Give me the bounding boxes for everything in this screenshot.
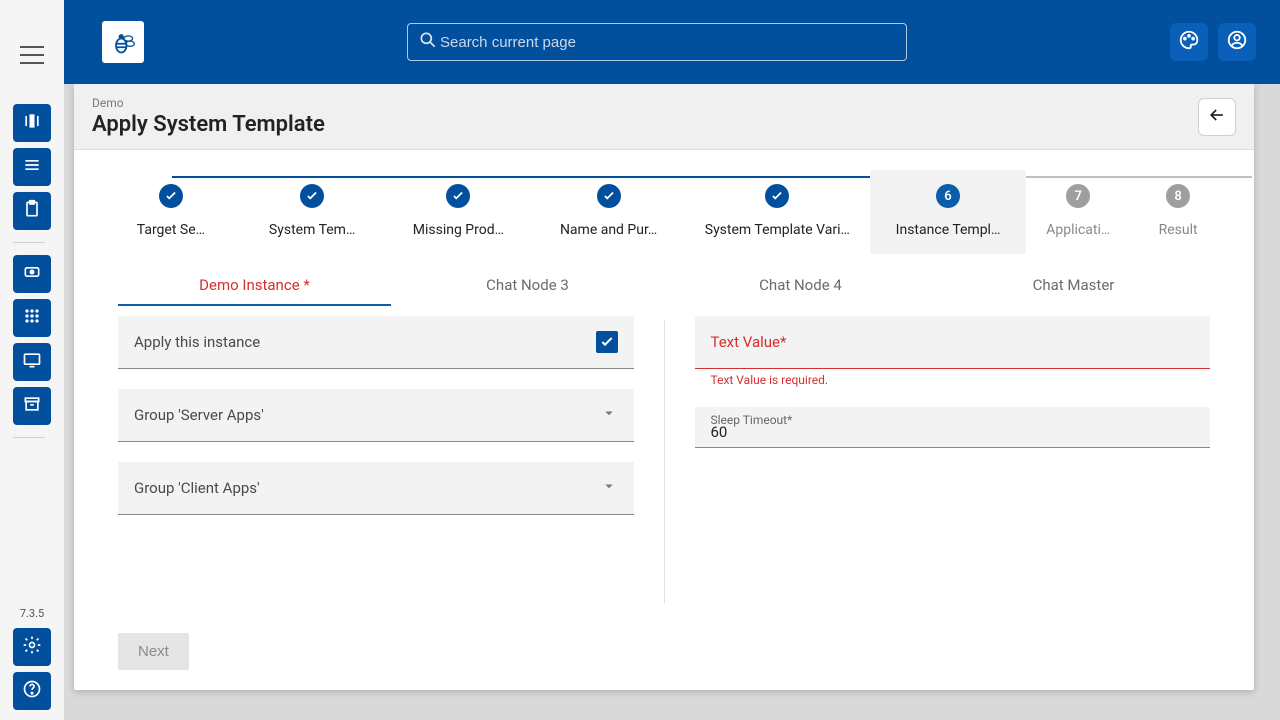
sidebar-separator-2 bbox=[13, 437, 45, 438]
arrow-left-icon bbox=[1207, 105, 1227, 129]
grid-icon bbox=[22, 306, 42, 330]
apply-instance-checkbox[interactable] bbox=[596, 331, 618, 353]
form-right-column: Text Value* Text Value is required. Slee… bbox=[695, 316, 1211, 623]
group-server-apps-field[interactable]: Group 'Server Apps' bbox=[118, 389, 634, 442]
panel-header: Demo Apply System Template bbox=[74, 84, 1254, 150]
main-panel: Demo Apply System Template Target Se… bbox=[74, 84, 1254, 690]
chevron-down-icon bbox=[600, 477, 618, 499]
tab-chat-master[interactable]: Chat Master bbox=[937, 264, 1210, 306]
sidebar-settings[interactable] bbox=[13, 628, 51, 666]
step-8[interactable]: 8 Result bbox=[1130, 170, 1226, 254]
form-area: Apply this instance Group 'Server Apps' bbox=[74, 306, 1254, 623]
list-icon bbox=[22, 155, 42, 179]
archive-icon bbox=[22, 394, 42, 418]
apply-instance-label: Apply this instance bbox=[134, 333, 260, 351]
sidebar-archive[interactable] bbox=[13, 387, 51, 425]
text-value-field[interactable]: Text Value* bbox=[695, 316, 1211, 369]
search-icon bbox=[418, 30, 438, 54]
sleep-timeout-field[interactable]: Sleep Timeout* 60 bbox=[695, 407, 1211, 448]
form-left-column: Apply this instance Group 'Server Apps' bbox=[118, 316, 634, 623]
gear-icon bbox=[22, 635, 42, 659]
sidebar-version: 7.3.5 bbox=[20, 607, 44, 620]
tab-demo-instance[interactable]: Demo Instance * bbox=[118, 264, 391, 306]
theme-button[interactable] bbox=[1170, 23, 1208, 61]
app-root: 7.3.5 bbox=[0, 0, 1280, 720]
sidebar-separator bbox=[13, 242, 45, 243]
panel-footer: Next bbox=[74, 623, 1254, 690]
cloud-icon bbox=[22, 262, 42, 286]
account-button[interactable] bbox=[1218, 23, 1256, 61]
bee-icon bbox=[109, 28, 137, 56]
step-6[interactable]: 6 Instance Templ… bbox=[870, 170, 1027, 254]
breadcrumb: Demo bbox=[92, 96, 325, 110]
help-icon bbox=[22, 679, 42, 703]
user-icon bbox=[1226, 29, 1248, 55]
sidebar-grid[interactable] bbox=[13, 299, 51, 337]
column-divider bbox=[664, 320, 665, 603]
sidebar-cloud[interactable] bbox=[13, 255, 51, 293]
sidebar-list[interactable] bbox=[13, 148, 51, 186]
page-title: Apply System Template bbox=[92, 112, 325, 137]
sidebar-deploy[interactable] bbox=[13, 104, 51, 142]
app-logo bbox=[102, 21, 144, 63]
clipboard-icon bbox=[22, 199, 42, 223]
search-field[interactable] bbox=[407, 23, 907, 61]
tabs: Demo Instance * Chat Node 3 Chat Node 4 … bbox=[74, 264, 1254, 306]
search-input[interactable] bbox=[438, 33, 896, 52]
topbar bbox=[64, 0, 1280, 84]
group-client-apps-field[interactable]: Group 'Client Apps' bbox=[118, 462, 634, 515]
step-4[interactable]: Name and Pur… bbox=[532, 170, 685, 254]
check-icon bbox=[599, 334, 615, 350]
back-button[interactable] bbox=[1198, 98, 1236, 136]
monitor-icon bbox=[22, 350, 42, 374]
chevron-down-icon bbox=[600, 404, 618, 426]
tab-chat-node-4[interactable]: Chat Node 4 bbox=[664, 264, 937, 306]
sidebar-clipboard[interactable] bbox=[13, 192, 51, 230]
apply-instance-field: Apply this instance bbox=[118, 316, 634, 369]
sidebar: 7.3.5 bbox=[0, 0, 64, 720]
hamburger-button[interactable] bbox=[20, 46, 44, 64]
palette-icon bbox=[1178, 29, 1200, 55]
step-3[interactable]: Missing Prod… bbox=[385, 170, 533, 254]
step-7[interactable]: 7 Applicati… bbox=[1026, 170, 1130, 254]
deploy-icon bbox=[22, 111, 42, 135]
stepper: Target Se… System Tem… Missing Prod… Nam… bbox=[102, 150, 1226, 254]
sidebar-monitor[interactable] bbox=[13, 343, 51, 381]
text-value-error: Text Value is required. bbox=[695, 373, 1211, 387]
next-button[interactable]: Next bbox=[118, 633, 189, 670]
step-1[interactable]: Target Se… bbox=[102, 170, 240, 254]
step-2[interactable]: System Tem… bbox=[240, 170, 385, 254]
tab-chat-node-3[interactable]: Chat Node 3 bbox=[391, 264, 664, 306]
step-5[interactable]: System Template Vari… bbox=[685, 170, 870, 254]
sidebar-help[interactable] bbox=[13, 672, 51, 710]
